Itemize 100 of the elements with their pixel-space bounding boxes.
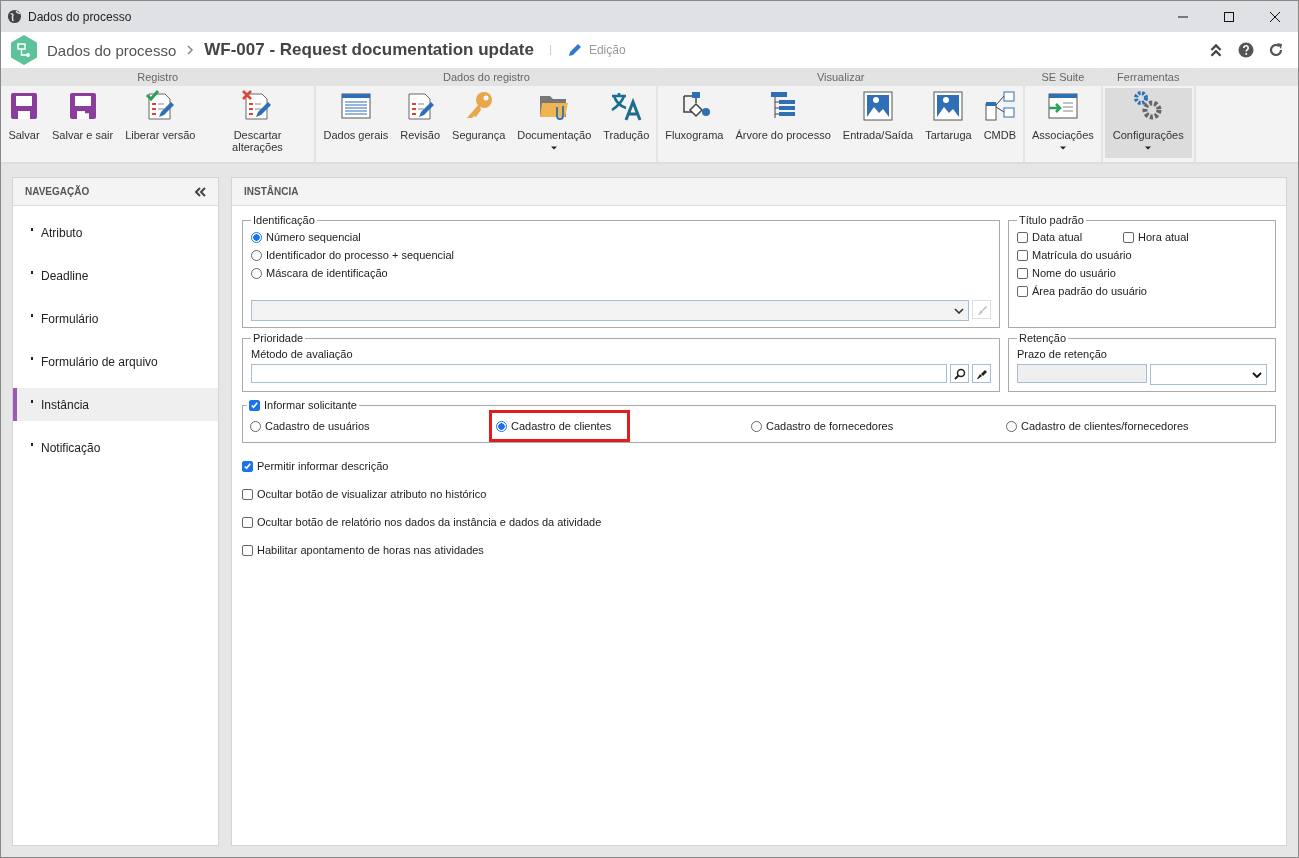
option-label: Ocultar botão de visualizar atributo no histórico <box>257 488 487 500</box>
checkbox[interactable] <box>242 460 253 472</box>
radio-button[interactable] <box>251 231 262 243</box>
chevron-down-icon <box>1252 371 1262 378</box>
checkbox[interactable] <box>1017 285 1028 297</box>
group-legend: Prioridade <box>251 332 306 344</box>
ribbon-button-label: Fluxograma <box>665 129 724 141</box>
search-icon <box>953 367 966 380</box>
group-legend: Identificação <box>251 214 317 226</box>
ribbon-button-label: CMDB <box>983 129 1016 141</box>
checkbox[interactable] <box>1017 231 1028 243</box>
field-label: Método de avaliação <box>251 348 354 360</box>
process-title: WF-007 - Request documentation update <box>204 40 534 60</box>
radio-button[interactable] <box>496 420 507 432</box>
ribbon-button[interactable]: Documentação <box>512 88 597 158</box>
clear-button[interactable] <box>972 364 991 383</box>
nav-item[interactable]: Atributo <box>13 216 218 249</box>
panel-title: NAVEGAÇÃO <box>25 186 90 197</box>
ribbon-button[interactable]: Descartar alterações <box>202 88 313 158</box>
ribbon-button-label: Tradução <box>603 129 650 141</box>
ribbon-button-label: Salvar e sair <box>52 129 114 141</box>
ribbon-button[interactable]: Entrada/Saída <box>837 88 919 158</box>
field-label: Prazo de retenção <box>1017 348 1108 360</box>
ribbon-button-label: Tartaruga <box>925 129 972 141</box>
collapse-left-icon[interactable] <box>194 186 206 197</box>
ribbon-button[interactable]: Tartaruga <box>920 88 977 158</box>
ribbon-group-label: SE Suite <box>1025 68 1101 86</box>
mode-label: Edição <box>588 43 626 57</box>
ribbon-button[interactable]: Associações <box>1027 88 1099 158</box>
radio-option[interactable]: Cadastro de clientes <box>489 410 631 442</box>
eraser-icon <box>975 367 988 380</box>
ribbon-button[interactable]: Segurança <box>447 88 511 158</box>
ribbon-button[interactable]: Tradução <box>598 88 655 158</box>
ribbon-button-label: Salvar <box>8 129 40 141</box>
option-label: Número sequencial <box>266 231 361 243</box>
checkbox[interactable] <box>1123 231 1134 243</box>
checkbox[interactable] <box>249 399 260 411</box>
nav-item[interactable]: Formulário <box>13 302 218 335</box>
checkbox[interactable] <box>1017 249 1028 261</box>
document-cross-icon <box>241 90 274 122</box>
ribbon-button-label: Descartar alterações <box>231 129 284 153</box>
ribbon-button[interactable]: Revisão <box>395 88 446 158</box>
ribbon-button[interactable]: Liberar versão <box>120 88 201 158</box>
option-label: Hora atual <box>1138 231 1189 243</box>
ribbon-button[interactable]: Salvar <box>3 88 45 158</box>
option-label: Nome do usuário <box>1032 267 1116 279</box>
nav-item[interactable]: Instância <box>13 388 218 421</box>
form-icon <box>339 90 372 122</box>
ribbon-button-label: Árvore do processo <box>735 129 831 141</box>
option-label: Permitir informar descrição <box>257 460 389 472</box>
option-label: Identificador do processo + sequencial <box>266 249 455 261</box>
ribbon-button[interactable]: Salvar e sair <box>47 88 119 158</box>
checkbox[interactable] <box>242 488 253 500</box>
ribbon-button[interactable]: Dados gerais <box>318 88 394 158</box>
checkbox[interactable] <box>242 544 253 556</box>
ribbon-button-label: Configurações <box>1112 129 1184 141</box>
document-check-icon <box>144 90 177 122</box>
option-label: Ocultar botão de relatório nos dados da instância e dados da atividade <box>257 516 602 528</box>
checkbox[interactable] <box>1017 267 1028 279</box>
chevron-down-icon <box>954 307 964 314</box>
radio-option[interactable]: Cadastro de fornecedores <box>744 410 913 442</box>
translate-icon <box>610 90 643 122</box>
ribbon-button[interactable]: Configurações <box>1104 88 1192 158</box>
ribbon-button[interactable]: Árvore do processo <box>730 88 836 158</box>
globe-icon <box>7 9 22 24</box>
search-button[interactable] <box>950 364 969 383</box>
group-legend: Retenção <box>1017 332 1069 344</box>
panel-title: INSTÂNCIA <box>244 186 299 197</box>
option-label: Máscara de identificação <box>266 267 388 279</box>
ribbon-button-label: Dados gerais <box>323 129 389 141</box>
evaluation-method-field[interactable] <box>251 364 947 383</box>
pencil-icon <box>566 42 583 58</box>
collapse-icon[interactable] <box>1208 42 1224 58</box>
ribbon-button-label: Liberar versão <box>125 129 196 141</box>
nav-item[interactable]: Formulário de arquivo <box>13 345 218 378</box>
ribbon-button-label: Associações <box>1032 129 1094 141</box>
ribbon-button-label: Documentação <box>517 129 592 141</box>
option-label: Habilitar apontamento de horas nas atividades <box>257 544 484 556</box>
ribbon-button[interactable]: Fluxograma <box>660 88 729 158</box>
checkbox[interactable] <box>242 516 253 528</box>
chevron-right-icon <box>186 44 195 56</box>
refresh-icon[interactable] <box>1268 42 1284 58</box>
database-diagram-icon <box>983 90 1016 122</box>
ribbon-button[interactable]: CMDB <box>978 88 1021 158</box>
retention-period-field[interactable] <box>1017 364 1147 383</box>
nav-item[interactable]: Deadline <box>13 259 218 292</box>
ribbon-group-label: Registro <box>1 68 315 86</box>
nav-item[interactable]: Notificação <box>13 431 218 464</box>
breadcrumb-link[interactable]: Dados do processo <box>47 41 177 59</box>
group-legend: Título padrão <box>1017 214 1086 226</box>
option-label: Área padrão do usuário <box>1032 285 1147 297</box>
option-label: Matrícula do usuário <box>1032 249 1132 261</box>
picture-icon <box>932 90 965 122</box>
help-icon[interactable] <box>1238 42 1254 58</box>
option-label: Informar solicitante <box>264 399 357 411</box>
window-title: Dados do processo <box>28 9 132 24</box>
ribbon-group-label: Ferramentas <box>1102 68 1194 86</box>
radio-option[interactable]: Cadastro de clientes/fornecedores <box>999 410 1208 442</box>
option-label: Data atual <box>1032 231 1083 243</box>
radio-option[interactable]: Cadastro de usuários <box>243 410 389 442</box>
